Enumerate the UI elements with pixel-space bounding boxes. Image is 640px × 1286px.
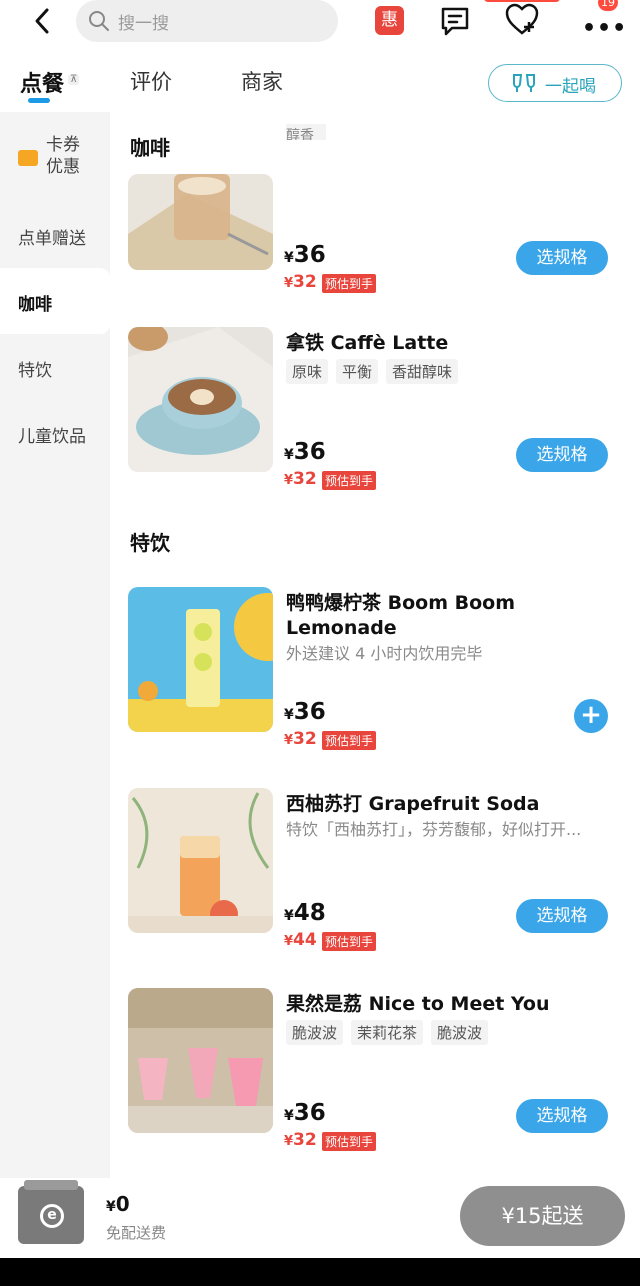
product-tag: 香甜醇味 bbox=[386, 359, 459, 384]
sidebar-item-coffee[interactable]: 咖啡 bbox=[18, 290, 128, 315]
cart-total: ¥0 bbox=[106, 1192, 130, 1216]
promo-badge-icon[interactable]: 惠 bbox=[375, 6, 404, 35]
select-spec-button[interactable]: 选规格 bbox=[516, 1099, 608, 1133]
product-price: ¥48 bbox=[284, 900, 326, 926]
discount-tag: 预估到手 bbox=[322, 471, 377, 490]
drink-together-button[interactable]: 一起喝 bbox=[488, 64, 622, 102]
latte-cup-image bbox=[128, 327, 273, 472]
product-description: 特饮「西柚苏打」，芬芳馥郁，好似打开... bbox=[286, 820, 582, 839]
sidebar-item-kids-drinks[interactable]: 儿童饮品 bbox=[18, 422, 128, 447]
discount-price: ¥32 bbox=[284, 729, 317, 749]
message-icon[interactable] bbox=[438, 4, 472, 38]
category-sidebar: 卡券 优惠 点单赠送 咖啡 特饮 儿童饮品 bbox=[0, 112, 110, 1180]
section-title-special-drinks: 特饮 bbox=[130, 531, 170, 555]
product-image[interactable] bbox=[128, 988, 273, 1133]
product-item[interactable]: 西柚苏打 Grapefruit Soda 特饮「西柚苏打」，芬芳馥郁，好似打开.… bbox=[128, 788, 628, 951]
discount-price: ¥32 bbox=[284, 469, 317, 489]
product-image[interactable] bbox=[128, 327, 273, 472]
tab-order[interactable]: 点餐 bbox=[20, 66, 64, 98]
search-input[interactable]: 搜一搜 bbox=[76, 0, 338, 42]
checkout-button[interactable]: ¥15起送 bbox=[460, 1186, 625, 1246]
product-item[interactable]: 拿铁 Caffè Latte 原味 平衡 香甜醇味 ¥36 ¥32 预估到手 选规格 bbox=[128, 327, 628, 490]
product-tags: 脆波波 茉莉花茶 脆波波 bbox=[286, 1020, 496, 1045]
product-tag: 脆波波 bbox=[431, 1020, 489, 1045]
product-tags: 原味 平衡 香甜醇味 bbox=[286, 359, 466, 384]
cheers-icon bbox=[513, 74, 535, 92]
add-to-cart-button[interactable]: + bbox=[574, 699, 608, 733]
latte-glass-image bbox=[128, 174, 273, 270]
product-tag: 平衡 bbox=[336, 359, 379, 384]
product-price: ¥36 bbox=[284, 439, 326, 465]
top-bar: 搜一搜 惠 ••• 19 bbox=[0, 0, 640, 48]
cart-bag-icon[interactable]: e bbox=[18, 1180, 84, 1244]
tab-reviews[interactable]: 评价 bbox=[130, 66, 172, 96]
search-placeholder: 搜一搜 bbox=[118, 14, 169, 34]
product-name: 拿铁 Caffè Latte bbox=[286, 332, 449, 354]
product-item[interactable]: 果然是荔 Nice to Meet You 脆波波 茉莉花茶 脆波波 ¥36 ¥32… bbox=[128, 988, 628, 1151]
product-price: ¥36 bbox=[284, 699, 326, 725]
discount-price: ¥32 bbox=[284, 272, 317, 292]
product-tag: 脆波波 bbox=[286, 1020, 344, 1045]
select-spec-button[interactable]: 选规格 bbox=[516, 899, 608, 933]
discount-tag: 预估到手 bbox=[322, 731, 377, 750]
product-tag-partial: 醇香 bbox=[286, 124, 326, 140]
collapse-up-icon[interactable]: ⊼ bbox=[68, 74, 80, 85]
tab-merchant[interactable]: 商家 bbox=[241, 66, 283, 96]
discount-tag: 预估到手 bbox=[322, 274, 377, 293]
sidebar-item-coupons[interactable]: 卡券 优惠 bbox=[46, 134, 106, 178]
coupon-icon bbox=[18, 150, 38, 166]
select-spec-button[interactable]: 选规格 bbox=[516, 241, 608, 275]
heart-plus-icon[interactable] bbox=[504, 2, 540, 38]
discount-tag: 预估到手 bbox=[322, 932, 377, 951]
product-name: 鸭鸭爆柠茶 Boom Boom Lemonade bbox=[286, 592, 516, 639]
grapefruit-soda-image bbox=[128, 788, 273, 933]
lemonade-image bbox=[128, 587, 273, 732]
search-icon bbox=[89, 11, 109, 31]
sidebar-item-special-drinks[interactable]: 特饮 bbox=[18, 356, 128, 381]
system-home-bar bbox=[0, 1258, 640, 1286]
tab-bar: 点餐 ⊼ 评价 商家 一起喝 bbox=[0, 58, 640, 110]
eleme-logo-icon: e bbox=[40, 1204, 64, 1228]
delivery-fee-note: 免配送费 bbox=[106, 1224, 167, 1242]
drink-together-label: 一起喝 bbox=[545, 77, 596, 97]
discount-price: ¥44 bbox=[284, 930, 317, 950]
product-price: ¥36 bbox=[284, 1100, 326, 1126]
product-item[interactable]: 醇香 ¥36 ¥32 预估到手 选规格 bbox=[128, 124, 628, 293]
product-tag: 原味 bbox=[286, 359, 329, 384]
select-spec-button[interactable]: 选规格 bbox=[516, 438, 608, 472]
product-tag: 茉莉花茶 bbox=[351, 1020, 424, 1045]
active-tab-indicator bbox=[28, 98, 50, 103]
product-price: ¥36 bbox=[284, 242, 326, 268]
product-description: 外送建议 4 小时内饮用完毕 bbox=[286, 644, 483, 663]
discount-price: ¥32 bbox=[284, 1130, 317, 1150]
cart-bar: e ¥0 免配送费 ¥15起送 bbox=[0, 1178, 640, 1256]
more-options-icon[interactable]: ••• bbox=[582, 16, 627, 41]
product-image[interactable] bbox=[128, 587, 273, 732]
sidebar-item-order-gift[interactable]: 点单赠送 bbox=[18, 224, 128, 249]
product-image[interactable] bbox=[128, 174, 273, 270]
discount-tag: 预估到手 bbox=[322, 1132, 377, 1151]
cart-bag-lid bbox=[24, 1180, 78, 1190]
back-arrow-icon[interactable] bbox=[28, 6, 58, 36]
product-item[interactable]: 鸭鸭爆柠茶 Boom Boom Lemonade 外送建议 4 小时内饮用完毕 … bbox=[128, 587, 628, 750]
product-image[interactable] bbox=[128, 788, 273, 933]
product-name: 西柚苏打 Grapefruit Soda bbox=[286, 793, 540, 815]
product-name: 果然是荔 Nice to Meet You bbox=[286, 993, 550, 1015]
more-badge: 19 bbox=[598, 0, 618, 11]
lychee-drink-image bbox=[128, 988, 273, 1133]
